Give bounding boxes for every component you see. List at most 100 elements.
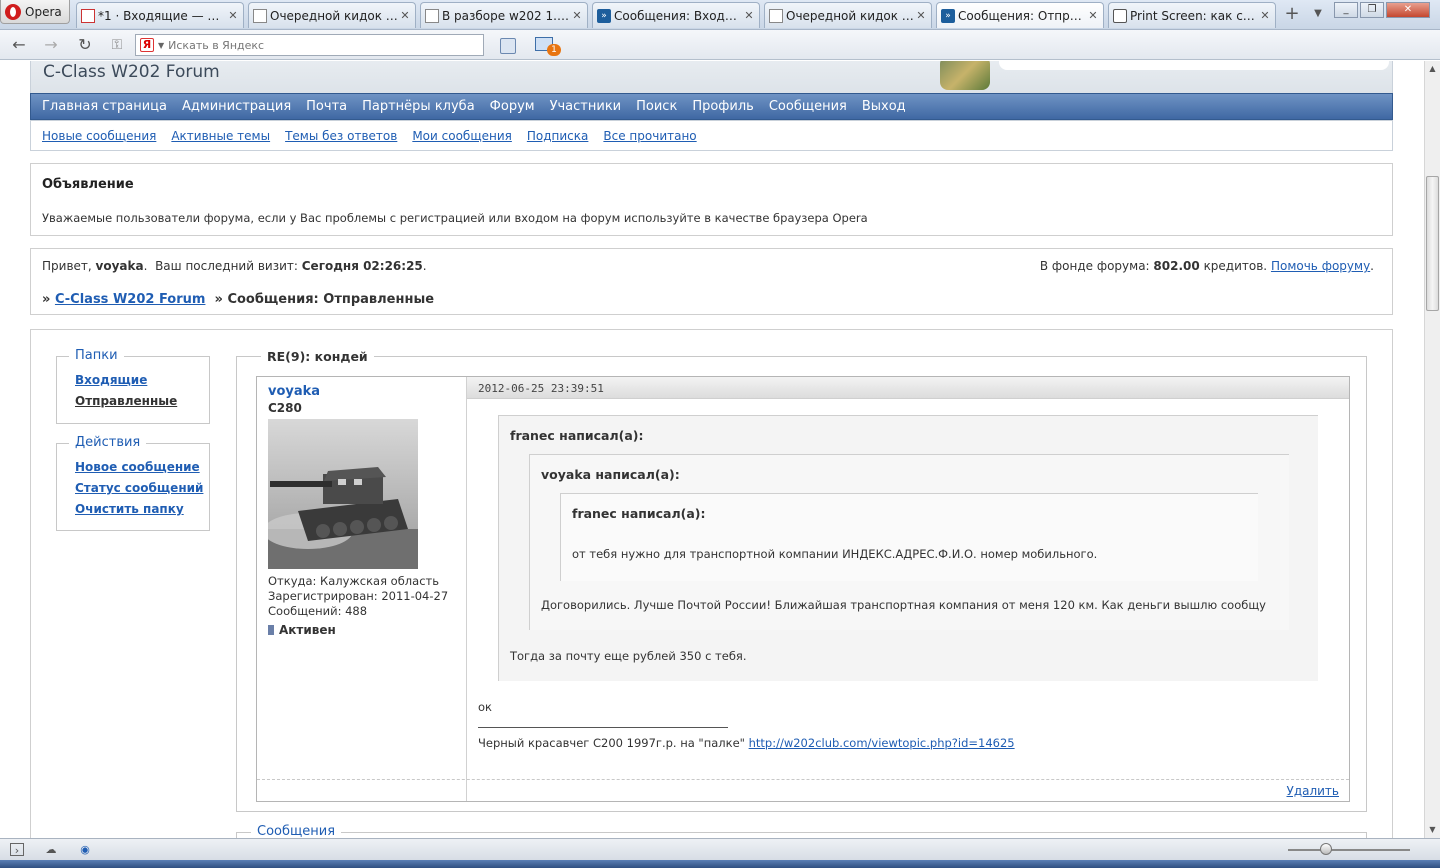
folder-sent-link[interactable]: Отправленные [75, 394, 177, 408]
tab-razbor[interactable]: В разборе w202 1.8л. ... ✕ [420, 2, 588, 28]
private-messages-box: Папки Входящие Отправленные Действия Нов… [30, 329, 1393, 838]
new-tab-button[interactable]: + [1281, 3, 1303, 25]
scroll-down-arrow-icon[interactable]: ▼ [1425, 822, 1440, 838]
nav-profile[interactable]: Профиль [692, 99, 754, 114]
delete-message-link[interactable]: Удалить [1287, 784, 1340, 798]
close-icon[interactable]: ✕ [1259, 9, 1271, 22]
back-arrow-icon[interactable]: ← [8, 35, 30, 55]
chevron-down-icon[interactable]: ▼ [158, 41, 164, 50]
status-square-icon [268, 625, 274, 635]
close-icon[interactable]: ✕ [227, 9, 239, 22]
zoom-slider-knob[interactable] [1320, 843, 1332, 855]
message-subject: RE(9): кондей [261, 349, 374, 364]
tab-inbox[interactable]: » Сообщения: Входящие ✕ [592, 2, 760, 28]
main-navigation: Главная страница Администрация Почта Пар… [30, 93, 1393, 120]
nav-home[interactable]: Главная страница [42, 99, 167, 114]
quote-1-text: Тогда за почту еще рублей 350 с тебя. [510, 649, 747, 663]
nav-forum[interactable]: Форум [490, 99, 535, 114]
message-status-link[interactable]: Статус сообщений [75, 481, 203, 495]
tab-title: Сообщения: Отправленные [958, 8, 1087, 23]
greeting-hello: Привет, [42, 259, 92, 273]
nav-logout[interactable]: Выход [862, 99, 906, 114]
tab-sent[interactable]: » Сообщения: Отправленные ✕ [936, 2, 1104, 28]
close-icon[interactable]: ✕ [571, 9, 583, 22]
folders-title: Папки [69, 348, 124, 363]
signature-link[interactable]: http://w202club.com/viewtopic.php?id=146… [749, 736, 1015, 750]
author-column: voyaka C280 Откуда: Калужская область За… [257, 377, 467, 801]
status-text: Активен [279, 623, 336, 637]
tab-title: *1 · Входящие — Яндекс.Почта [98, 8, 227, 23]
quote-level-1: franec написал(а): voyaka написал(а): fr… [498, 415, 1318, 681]
greeting-username: voyaka [95, 259, 144, 273]
close-icon[interactable]: ✕ [399, 9, 411, 22]
nav-search[interactable]: Поиск [636, 99, 677, 114]
signature-divider [478, 727, 728, 728]
close-window-button[interactable]: ✕ [1386, 2, 1430, 18]
search-field[interactable]: Я ▼ [135, 34, 484, 56]
actions-panel: Действия Новое сообщение Статус сообщени… [56, 435, 210, 531]
close-icon[interactable]: ✕ [1087, 9, 1099, 22]
document-icon [253, 8, 267, 23]
breadcrumb: » C-Class W202 Forum » Сообщения: Отправ… [42, 292, 435, 307]
tank-avatar-image [268, 419, 418, 569]
nav-members[interactable]: Участники [550, 99, 622, 114]
breadcrumb-current: Сообщения: Отправленные [227, 292, 435, 307]
search-input[interactable] [168, 38, 469, 52]
tab-title: Очередной кидок ???? [786, 8, 915, 23]
nav-partners[interactable]: Партнёры клуба [362, 99, 475, 114]
header-bubble [999, 61, 1389, 70]
announcement-text: Уважаемые пользователи форума, если у Ва… [42, 211, 868, 225]
page-tool-icon[interactable] [500, 38, 516, 54]
nav-messages[interactable]: Сообщения [769, 99, 847, 114]
subnav-unanswered[interactable]: Темы без ответов [285, 129, 397, 143]
tab-title: Print Screen: как сделать [1130, 8, 1259, 23]
breadcrumb-root[interactable]: C-Class W202 Forum [55, 292, 206, 307]
forward-arrow-icon[interactable]: → [40, 35, 62, 55]
tab-print-screen[interactable]: Print Screen: как сделать ✕ [1108, 2, 1276, 28]
registered-value: 2011-04-27 [381, 589, 449, 603]
forum-icon: » [941, 8, 955, 23]
tab-title: В разборе w202 1.8л. ... [442, 8, 571, 23]
folder-inbox-link[interactable]: Входящие [75, 373, 147, 387]
tab-yandex-mail[interactable]: *1 · Входящие — Яндекс.Почта ✕ [76, 2, 244, 28]
subnav-new-posts[interactable]: Новые сообщения [42, 129, 156, 143]
subnav-mark-all-read[interactable]: Все прочитано [603, 129, 696, 143]
subnav-subscription[interactable]: Подписка [527, 129, 589, 143]
nav-mail[interactable]: Почта [306, 99, 347, 114]
yandex-icon: Я [140, 38, 154, 52]
actions-title: Действия [69, 435, 147, 450]
help-forum-link[interactable]: Помочь форуму [1271, 259, 1370, 273]
tab-kidok-2[interactable]: Очередной кидок ???? ✕ [764, 2, 932, 28]
close-icon[interactable]: ✕ [743, 9, 755, 22]
opera-menu-label: Opera [25, 4, 62, 19]
quote-level-3: franec написал(а): от тебя нужно для тра… [560, 493, 1258, 581]
new-message-link[interactable]: Новое сообщение [75, 460, 200, 474]
subnav-active-topics[interactable]: Активные темы [171, 129, 270, 143]
tab-kidok-1[interactable]: Очередной кидок ???? ✕ [248, 2, 416, 28]
cloud-icon[interactable]: ☁ [44, 843, 58, 856]
sub-navigation: Новые сообщения Активные темы Темы без о… [30, 120, 1393, 151]
tab-list-chevron-icon[interactable]: ▼ [1309, 3, 1327, 25]
zoom-slider[interactable] [1288, 849, 1410, 851]
scroll-up-arrow-icon[interactable]: ▲ [1425, 61, 1440, 77]
author-car: C280 [268, 401, 302, 415]
panel-toggle-icon[interactable]: › [10, 843, 24, 857]
speed-dial-icon[interactable]: ◉ [78, 843, 92, 856]
opera-menu-button[interactable]: Opera [0, 0, 70, 24]
vertical-scrollbar[interactable]: ▲ ▼ [1424, 61, 1440, 838]
opera-browser-window: Opera *1 · Входящие — Яндекс.Почта ✕ Оче… [0, 0, 1440, 868]
clear-folder-link[interactable]: Очистить папку [75, 502, 184, 516]
maximize-button[interactable]: ❐ [1360, 2, 1384, 18]
reload-icon[interactable]: ↻ [74, 35, 96, 55]
minimize-button[interactable]: _ [1334, 2, 1358, 18]
close-icon[interactable]: ✕ [915, 9, 927, 22]
tab-title: Сообщения: Входящие [614, 8, 743, 23]
author-avatar [268, 419, 418, 569]
author-name-link[interactable]: voyaka [268, 384, 320, 399]
tab-title: Очередной кидок ???? [270, 8, 399, 23]
scrollbar-thumb[interactable] [1426, 176, 1439, 311]
subnav-my-posts[interactable]: Мои сообщения [412, 129, 512, 143]
key-icon[interactable]: ⚿ [106, 35, 128, 55]
forum-icon: » [597, 8, 611, 23]
nav-administration[interactable]: Администрация [182, 99, 291, 114]
